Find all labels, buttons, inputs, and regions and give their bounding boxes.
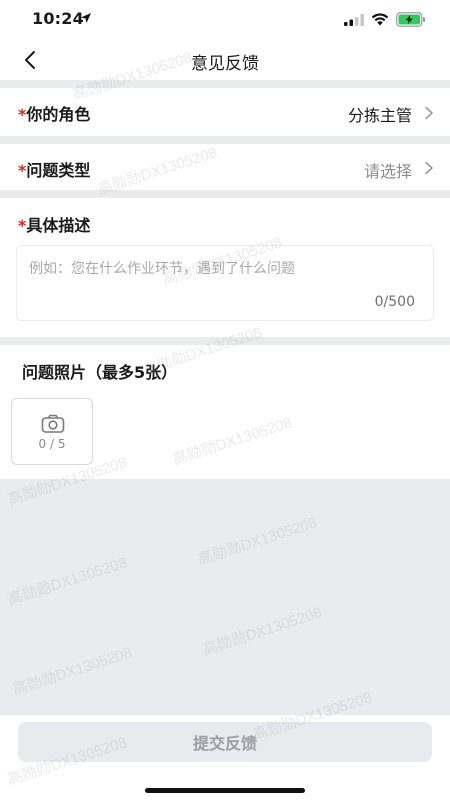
status-time: 10:24 [32, 9, 84, 28]
role-row[interactable]: *你的角色 分拣主管 [0, 88, 450, 136]
location-arrow-icon [81, 13, 91, 23]
role-value: 分拣主管 [347, 106, 412, 125]
footer: 提交反馈 [0, 715, 450, 800]
watermark: 高勋勋DX1305208 [10, 644, 135, 699]
description-label: *具体描述 [18, 212, 90, 236]
problem-type-placeholder: 请选择 [363, 162, 412, 181]
battery-charging-icon [396, 12, 425, 27]
photo-upload-button[interactable]: 0 / 5 [11, 398, 93, 465]
chevron-right-icon [425, 161, 433, 175]
nav-bar: 意见反馈 [0, 40, 450, 80]
description-textarea[interactable]: 例如：您在什么作业环节，遇到了什么问题 0/500 [16, 245, 434, 321]
page-title: 意见反馈 [191, 54, 259, 74]
role-label-text: 你的角色 [26, 105, 91, 124]
home-indicator [145, 788, 305, 793]
photo-label: 问题照片（最多5张） [22, 363, 178, 382]
watermark: 高勋勋DX1305208 [195, 514, 320, 569]
wifi-icon [371, 13, 389, 26]
problem-type-label-text: 问题类型 [26, 161, 91, 180]
watermark: 高勋勋DX1305208 [200, 604, 325, 659]
camera-icon [41, 414, 65, 433]
description-section: *具体描述 例如：您在什么作业环节，遇到了什么问题 0/500 [0, 198, 450, 337]
character-counter: 0/500 [374, 294, 415, 310]
description-placeholder: 例如：您在什么作业环节，遇到了什么问题 [29, 261, 295, 277]
status-bar: 10:24 [0, 0, 450, 40]
submit-button[interactable]: 提交反馈 [18, 722, 432, 762]
watermark: 高勋勋DX1305208 [5, 554, 130, 609]
photo-section: 问题照片（最多5张） 0 / 5 [0, 345, 450, 479]
description-label-text: 具体描述 [26, 216, 91, 235]
signal-icon [344, 14, 364, 26]
problem-type-row[interactable]: *问题类型 请选择 [0, 144, 450, 190]
problem-type-label: *问题类型 [18, 157, 90, 181]
chevron-right-icon [425, 106, 433, 120]
role-label: *你的角色 [18, 101, 90, 125]
upload-count: 0 / 5 [38, 437, 66, 451]
